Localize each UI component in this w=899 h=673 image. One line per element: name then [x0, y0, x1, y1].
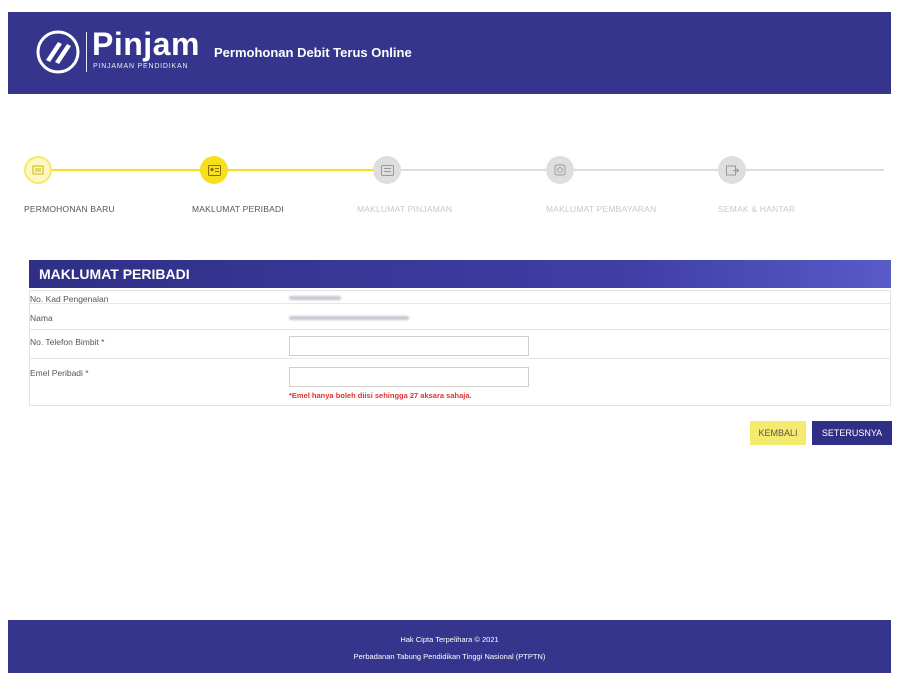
send-icon: [718, 156, 746, 184]
row-name: Nama: [30, 305, 890, 330]
section-header: MAKLUMAT PERIBADI: [29, 260, 891, 288]
organization-name: Perbadanan Tabung Pendidikan Tinggi Nasi…: [353, 652, 546, 661]
step-label: PERMOHONAN BARU: [24, 204, 115, 214]
row-ic-number: No. Kad Pengenalan: [30, 291, 890, 304]
page-footer: Hak Cipta Terpelihara © 2021 Perbadanan …: [8, 620, 891, 673]
logo-divider: [86, 32, 87, 72]
back-button[interactable]: KEMBALI: [750, 421, 806, 445]
ic-number-label: No. Kad Pengenalan: [30, 294, 109, 304]
personal-info-form: No. Kad Pengenalan Nama No. Telefon Bimb…: [29, 290, 891, 406]
id-card-icon: [200, 156, 228, 184]
document-icon: [373, 156, 401, 184]
email-error-message: *Emel hanya boleh diisi sehingga 27 aksa…: [289, 391, 472, 400]
step-label: MAKLUMAT PEMBAYARAN: [546, 204, 657, 214]
app-header: Pinjam PINJAMAN PENDIDIKAN Permohonan De…: [8, 12, 891, 94]
page-title: Permohonan Debit Terus Online: [214, 45, 412, 60]
form-icon: [24, 156, 52, 184]
logo-subtitle: PINJAMAN PENDIDIKAN: [93, 63, 189, 70]
mobile-phone-label: No. Telefon Bimbit *: [30, 337, 105, 347]
email-label: Emel Peribadi *: [30, 368, 89, 378]
name-label: Nama: [30, 313, 53, 323]
step-label: SEMAK & HANTAR: [718, 204, 796, 214]
ic-number-value-redacted: [289, 296, 341, 300]
mobile-phone-input[interactable]: [289, 336, 529, 356]
step-connector-active: [214, 169, 384, 171]
payment-icon: [546, 156, 574, 184]
step-label: MAKLUMAT PERIBADI: [192, 204, 284, 214]
logo-text: Pinjam: [92, 26, 200, 62]
step-connector-pending: [384, 169, 884, 171]
step-label: MAKLUMAT PINJAMAN: [357, 204, 453, 214]
name-value-redacted: [289, 316, 409, 320]
copyright-text: Hak Cipta Terpelihara © 2021: [400, 635, 499, 644]
row-mobile-phone: No. Telefon Bimbit *: [30, 331, 890, 359]
email-input[interactable]: [289, 367, 529, 387]
logo-mark-icon: [36, 30, 80, 74]
progress-stepper: PERMOHONAN BARU MAKLUMAT PERIBADI MAKLUM…: [0, 150, 899, 220]
next-button[interactable]: SETERUSNYA: [812, 421, 892, 445]
step-connector-done: [36, 169, 214, 171]
